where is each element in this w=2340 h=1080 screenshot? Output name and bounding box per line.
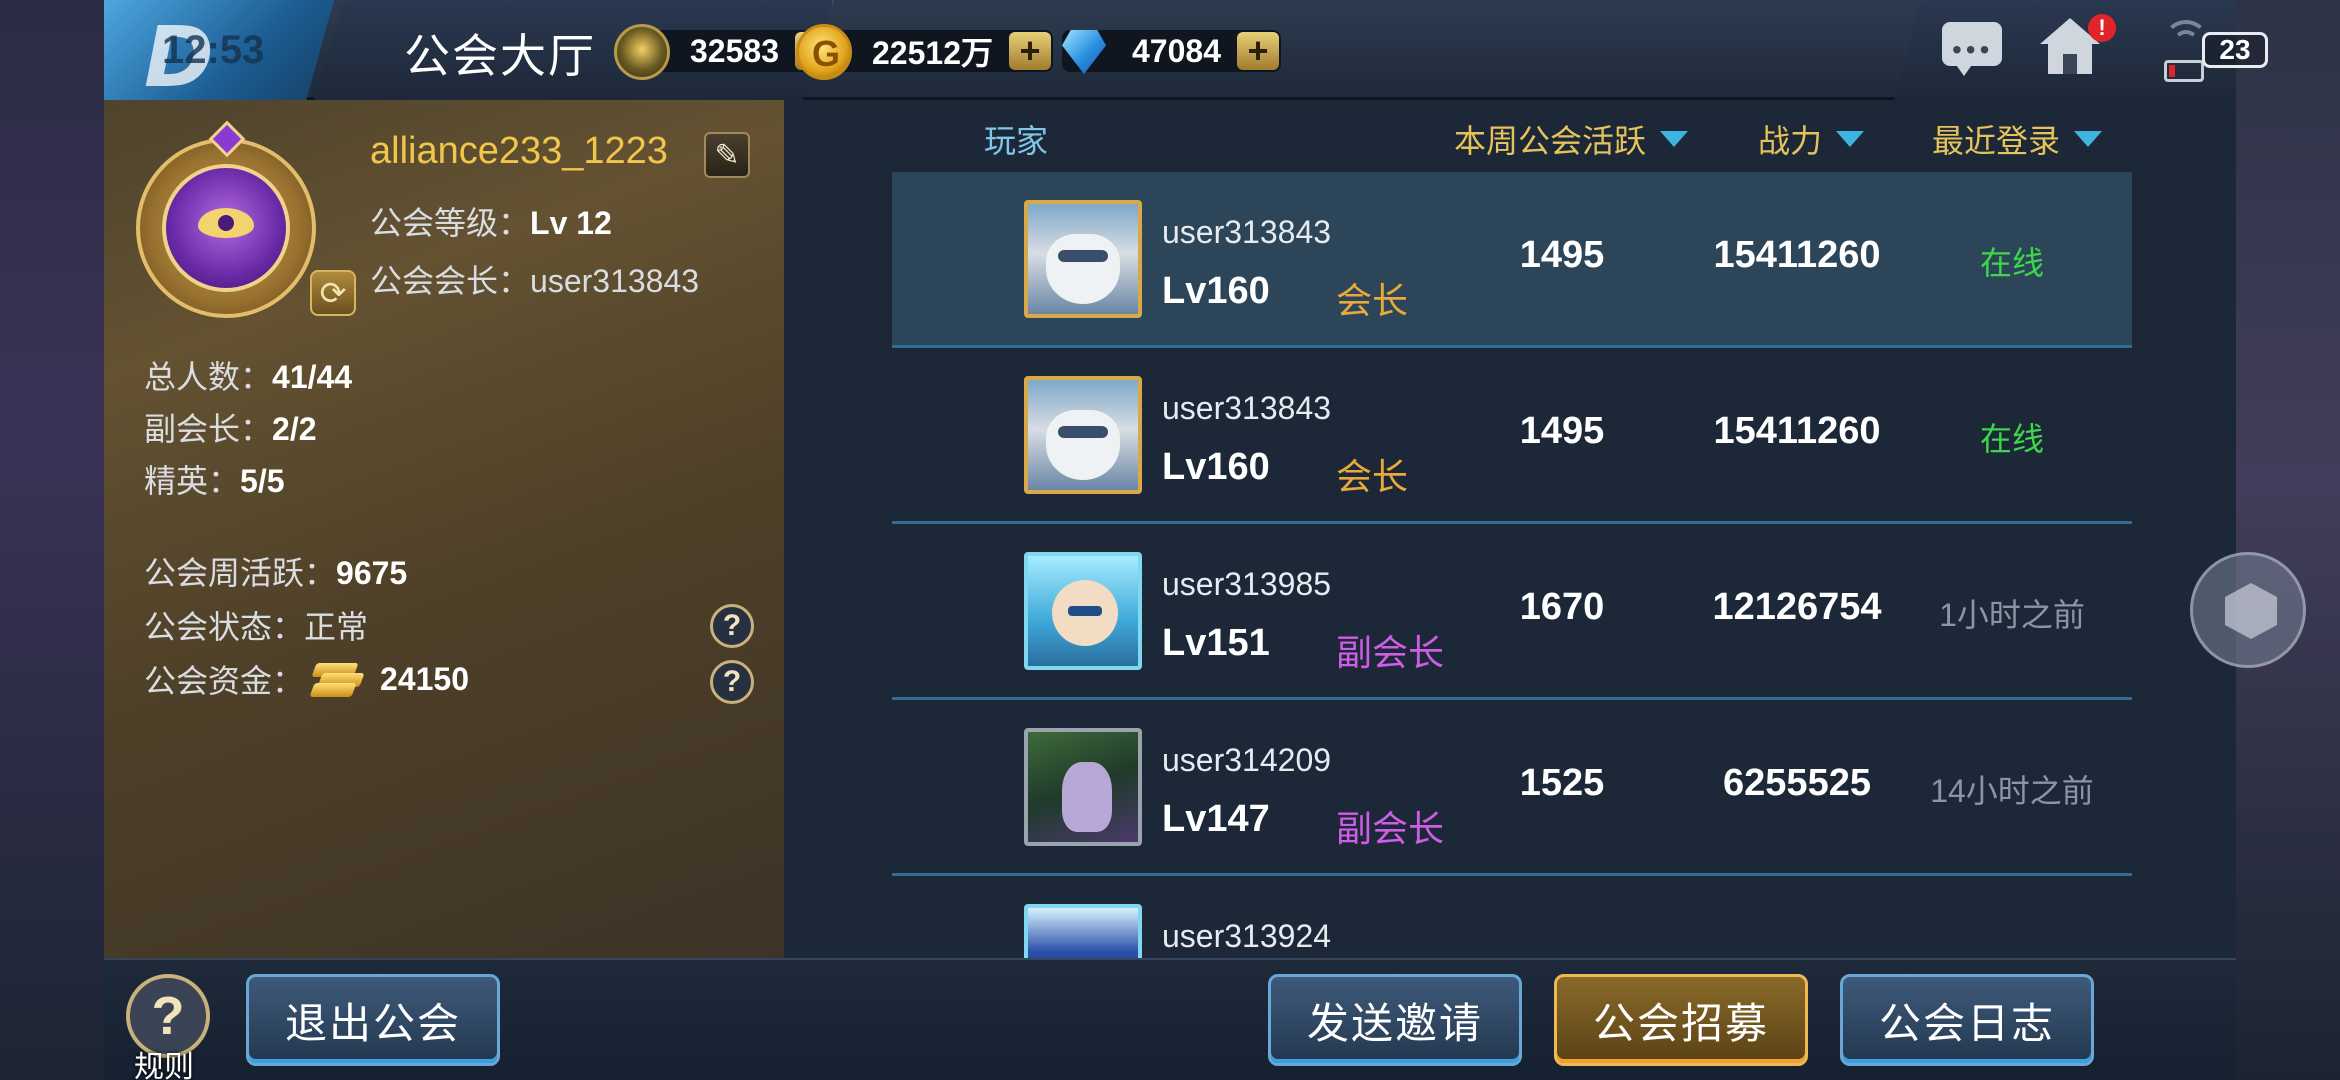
member-level: Lv160 [1162, 446, 1270, 488]
floating-cube-button[interactable] [2190, 552, 2306, 668]
member-name: user313843 [1162, 390, 1332, 426]
background-right [2236, 0, 2340, 1080]
member-last-login: 在线 [1979, 421, 2044, 457]
refresh-icon: ⟳ [319, 275, 347, 311]
weekly-activity-row: 公会周活跃：9675 [144, 555, 408, 591]
elite-value: 5/5 [240, 463, 285, 499]
member-activity: 1670 [1519, 586, 1605, 628]
rules-label: 规则 [134, 1051, 194, 1080]
guild-level-value: Lv 12 [530, 205, 612, 241]
guild-funds-row: 公会资金： 24150 [144, 659, 469, 700]
member-name: user313924 [1162, 918, 1332, 954]
member-level: Lv151 [1162, 622, 1270, 664]
member-role: 副会长 [1336, 632, 1445, 673]
edit-guild-button[interactable]: ✎ [704, 132, 750, 178]
funds-help-button[interactable]: ? [710, 660, 754, 704]
member-last-login: 在线 [1979, 245, 2044, 281]
sort-down-icon [1836, 131, 1865, 147]
member-row[interactable]: user313843 Lv160 会长 1495 15411260 在线 [892, 172, 2132, 348]
member-list[interactable]: user313843 Lv160 会长 1495 15411260 在线 use… [892, 172, 2132, 958]
sort-down-icon [2074, 131, 2103, 147]
elite-row: 精英：5/5 [144, 463, 285, 499]
member-row[interactable]: user313985 Lv151 副会长 1670 12126754 1小时之前 [892, 524, 2132, 700]
guild-token-icon [614, 24, 670, 80]
member-avatar[interactable] [1024, 376, 1142, 494]
member-power: 15411260 [1713, 234, 1881, 276]
guild-info-panel: ⟳ alliance233_1223 ✎ 公会等级：Lv 12 公会会长：use… [104, 100, 784, 958]
member-name: user313843 [1162, 214, 1332, 250]
column-player: 玩家 [984, 123, 1049, 159]
vice-leaders-row: 副会长：2/2 [144, 411, 317, 447]
member-role: 会长 [1336, 456, 1409, 497]
member-activity: 1525 [1519, 762, 1605, 804]
battery-level: 23 [2202, 32, 2268, 68]
member-avatar[interactable] [1024, 200, 1142, 318]
sort-down-icon [1660, 131, 1689, 147]
cube-icon [2225, 583, 2277, 639]
status-help-button[interactable]: ? [710, 604, 754, 648]
gold-bars-icon [309, 659, 365, 699]
guild-status-value: 正常 [304, 609, 369, 645]
sort-by-power[interactable]: 战力 [1758, 116, 1865, 162]
top-bar: D 12:53 公会大厅 32583 + 22512万 + 47084 + [104, 0, 2268, 106]
member-avatar[interactable] [1024, 728, 1142, 846]
diamond-icon [1056, 24, 1112, 80]
background-left [0, 0, 104, 1080]
guild-level-row: 公会等级：Lv 12 [370, 205, 612, 241]
member-activity: 1495 [1519, 234, 1605, 276]
member-activity: 1495 [1519, 410, 1605, 452]
currency-gold: 22512万 + [796, 24, 1053, 80]
guild-log-button[interactable]: 公会日志 [1840, 974, 2094, 1066]
member-name: user313985 [1162, 566, 1332, 602]
member-role: 会长 [1336, 280, 1409, 321]
alert-badge: ! [2088, 14, 2116, 42]
leave-guild-button[interactable]: 退出公会 [246, 974, 500, 1066]
send-invite-button[interactable]: 发送邀请 [1268, 974, 1522, 1066]
page-title: 公会大厅 [404, 29, 596, 83]
member-name: user314209 [1162, 742, 1332, 778]
diamond-value: 47084 [1132, 32, 1221, 69]
total-members-row: 总人数：41/44 [144, 359, 353, 395]
question-icon: ? [151, 986, 185, 1046]
member-power: 12126754 [1712, 586, 1882, 628]
add-diamond-button[interactable]: + [1236, 32, 1279, 70]
battery-icon [2164, 60, 2204, 82]
member-level: Lv147 [1162, 798, 1270, 840]
member-row[interactable]: user313843 Lv160 会长 1495 15411260 在线 [892, 348, 2132, 524]
vice-leaders-value: 2/2 [272, 411, 317, 447]
gold-value: 22512万 [872, 35, 993, 71]
guild-token-value: 32583 [690, 32, 779, 69]
bottom-bar: ? 规则 退出公会 发送邀请 公会招募 公会日志 [104, 958, 2236, 1080]
sort-by-last-login[interactable]: 最近登录 [1932, 116, 2103, 162]
pencil-icon: ✎ [714, 138, 740, 172]
member-row[interactable]: user314209 Lv147 副会长 1525 6255525 14小时之前 [892, 700, 2132, 876]
guild-leader-value: user313843 [530, 263, 700, 299]
guild-emblem-icon[interactable] [128, 120, 324, 322]
member-list-area: 玩家 本周公会活跃 战力 最近登录 user313843 Lv160 会长 14… [784, 100, 2236, 958]
member-avatar[interactable] [1024, 904, 1142, 958]
chat-icon[interactable]: ••• [1942, 22, 2002, 76]
guild-name: alliance233_1223 [370, 130, 668, 172]
member-avatar[interactable] [1024, 552, 1142, 670]
weekly-activity-value: 9675 [336, 555, 408, 591]
member-power: 6255525 [1723, 762, 1871, 804]
member-last-login: 1小时之前 [1939, 597, 2085, 633]
sort-by-activity[interactable]: 本周公会活跃 [1454, 116, 1689, 162]
guild-funds-value: 24150 [380, 660, 469, 697]
member-last-login: 14小时之前 [1930, 773, 2094, 809]
change-emblem-button[interactable]: ⟳ [310, 270, 356, 316]
gold-coin-icon [796, 24, 852, 80]
guild-leader-row: 公会会长：user313843 [370, 263, 700, 299]
clock: 12:53 [162, 28, 265, 72]
member-row[interactable]: user313924 [892, 876, 2132, 958]
guild-hall-window: D 12:53 公会大厅 32583 + 22512万 + 47084 + [104, 0, 2268, 1080]
guild-status-row: 公会状态：正常 [144, 609, 369, 645]
member-level: Lv160 [1162, 270, 1270, 312]
add-gold-button[interactable]: + [1009, 32, 1051, 70]
currency-diamond: 47084 + [1062, 26, 1281, 76]
member-role: 副会长 [1336, 808, 1445, 849]
member-power: 15411260 [1713, 410, 1881, 452]
guild-recruit-button[interactable]: 公会招募 [1554, 974, 1808, 1066]
total-members-value: 41/44 [272, 359, 353, 395]
